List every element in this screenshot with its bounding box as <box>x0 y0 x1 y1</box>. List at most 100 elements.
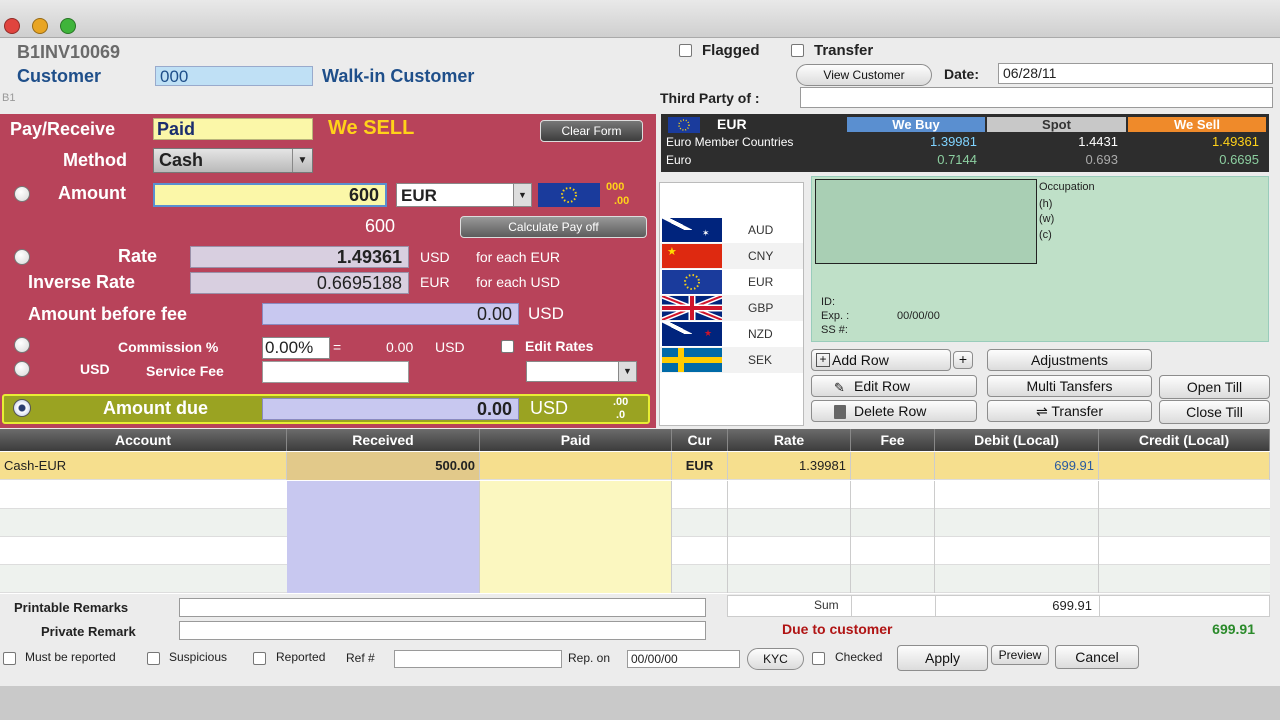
multi-transfers-button[interactable]: Multi Tansfers <box>987 375 1152 397</box>
view-customer-button[interactable]: View Customer <box>796 64 932 86</box>
transfer-button[interactable]: ⇌ Transfer <box>987 400 1152 422</box>
add-row-plus-button[interactable]: + <box>953 351 973 369</box>
currency-row-nzd[interactable]: ★ NZD <box>660 321 803 347</box>
due-to-customer-label: Due to customer <box>782 621 893 637</box>
ref-label: Ref # <box>346 651 375 665</box>
sum-value: 699.91 <box>1052 598 1092 613</box>
pay-receive-field[interactable]: Paid <box>153 118 313 140</box>
cell-rate: 1.39981 <box>728 452 851 480</box>
swap-icon: ⇌ <box>1036 403 1048 419</box>
close-window-icon[interactable] <box>4 18 20 34</box>
currency-row-eur[interactable]: EUR <box>660 269 803 295</box>
table-row[interactable] <box>0 565 1270 593</box>
table-row[interactable]: Cash-EUR 500.00 EUR 1.39981 699.91 <box>0 452 1270 480</box>
we-buy-header: We Buy <box>847 117 985 132</box>
open-till-button[interactable]: Open Till <box>1159 375 1270 399</box>
col-cur[interactable]: Cur <box>672 429 728 451</box>
gbp-flag-icon <box>662 296 722 320</box>
customer-code-field[interactable]: 000 <box>155 66 313 86</box>
amount-before-fee-field[interactable]: 0.00 <box>262 303 519 325</box>
amount-due-field[interactable]: 0.00 <box>262 398 519 420</box>
printable-remarks-field[interactable] <box>179 598 706 617</box>
clear-form-button[interactable]: Clear Form <box>540 120 643 142</box>
pay-receive-label: Pay/Receive <box>10 119 116 139</box>
col-rate[interactable]: Rate <box>728 429 851 451</box>
rate-field[interactable]: 1.49361 <box>190 246 409 268</box>
currency-row-sek[interactable]: SEK <box>660 347 803 373</box>
inverse-rate-field[interactable]: 0.6695188 <box>190 272 409 294</box>
id-label: ID: <box>821 296 836 308</box>
amount-decimals: 000 <box>606 181 625 193</box>
edit-rates-checkbox[interactable] <box>501 340 514 353</box>
close-till-button[interactable]: Close Till <box>1159 400 1270 424</box>
inverse-rate-for-each: for each USD <box>476 274 561 290</box>
amount-due-radio[interactable] <box>13 399 31 417</box>
third-party-field[interactable] <box>800 87 1273 108</box>
suspicious-checkbox[interactable] <box>147 652 160 665</box>
must-be-reported-checkbox[interactable] <box>3 652 16 665</box>
rate-radio[interactable] <box>14 249 30 265</box>
edit-row-button[interactable]: ✎ Edit Row <box>811 375 977 397</box>
service-fee-currency: USD <box>80 361 110 377</box>
currency-country: Euro Member Countries <box>666 135 794 149</box>
we-sell-indicator: We SELL <box>328 117 415 139</box>
kyc-button[interactable]: KYC <box>747 648 804 670</box>
col-paid[interactable]: Paid <box>480 429 672 451</box>
ref-field[interactable] <box>394 650 562 668</box>
adjustments-button[interactable]: Adjustments <box>987 349 1152 371</box>
third-party-label: Third Party of : <box>660 90 760 106</box>
transactions-table: Account Received Paid Cur Rate Fee Debit… <box>0 429 1270 594</box>
service-fee-radio[interactable] <box>14 361 30 377</box>
col-received[interactable]: Received <box>287 429 480 451</box>
amount-due-currency: USD <box>530 398 569 418</box>
method-select[interactable]: Cash ▼ <box>153 148 313 173</box>
currency-row-gbp[interactable]: GBP <box>660 295 803 321</box>
preview-button[interactable]: Preview <box>991 645 1049 665</box>
occupation-c: (c) <box>1039 229 1052 241</box>
commission-radio[interactable] <box>14 337 30 353</box>
minimize-window-icon[interactable] <box>32 18 48 34</box>
apply-button[interactable]: Apply <box>897 645 988 671</box>
cell-fee <box>851 452 935 480</box>
rep-on-label: Rep. on <box>568 651 611 665</box>
amount-field[interactable]: 600 <box>153 183 387 207</box>
transfer-checkbox[interactable] <box>791 44 804 57</box>
service-fee-label: Service Fee <box>146 363 224 379</box>
cell-cur: EUR <box>672 452 728 480</box>
date-field[interactable]: 06/28/11 <box>998 63 1273 84</box>
rate-currency: USD <box>420 249 450 265</box>
rep-on-field[interactable]: 00/00/00 <box>627 650 740 668</box>
currency-row-cny[interactable]: ★ CNY <box>660 243 803 269</box>
flagged-checkbox[interactable] <box>679 44 692 57</box>
inverse-rate-currency: EUR <box>420 274 450 290</box>
table-row[interactable] <box>0 509 1270 537</box>
calculate-payoff-button[interactable]: Calculate Pay off <box>460 216 647 238</box>
flagged-label: Flagged <box>702 42 760 59</box>
amount-radio[interactable] <box>14 186 30 202</box>
amount-currency-value: EUR <box>401 186 437 205</box>
amount-due-decimals-2: .0 <box>616 409 626 421</box>
zoom-window-icon[interactable] <box>60 18 76 34</box>
cancel-button[interactable]: Cancel <box>1055 645 1139 669</box>
checked-label: Checked <box>835 650 883 664</box>
checked-checkbox[interactable] <box>812 652 825 665</box>
add-row-button[interactable]: + Add Row <box>811 349 951 371</box>
col-fee[interactable]: Fee <box>851 429 935 451</box>
table-row[interactable] <box>0 481 1270 509</box>
currency-row-aud[interactable]: ✶ AUD <box>660 217 803 243</box>
private-remark-field[interactable] <box>179 621 706 640</box>
cell-paid <box>480 452 672 480</box>
amount-label: Amount <box>58 183 126 203</box>
commission-field[interactable]: 0.00% <box>262 337 330 359</box>
amount-currency-select[interactable]: EUR ▼ <box>396 183 532 207</box>
service-fee-field[interactable] <box>262 361 409 383</box>
col-debit[interactable]: Debit (Local) <box>935 429 1099 451</box>
reported-checkbox[interactable] <box>253 652 266 665</box>
col-credit[interactable]: Credit (Local) <box>1099 429 1270 451</box>
col-account[interactable]: Account <box>0 429 287 451</box>
sum-row <box>727 595 1270 617</box>
table-row[interactable] <box>0 537 1270 565</box>
chevron-down-icon: ▼ <box>618 362 636 381</box>
delete-row-button[interactable]: Delete Row <box>811 400 977 422</box>
service-fee-select[interactable]: ▼ <box>526 361 637 382</box>
